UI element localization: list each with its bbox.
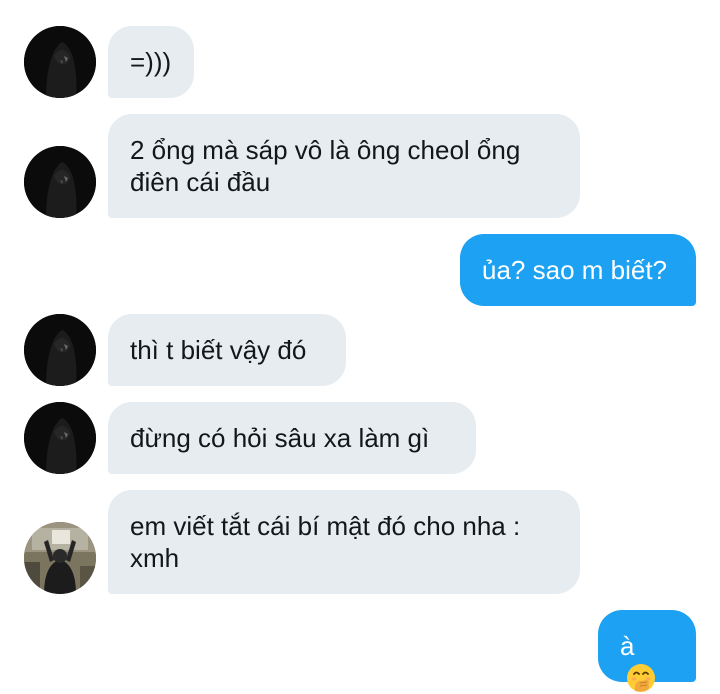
message-bubble-incoming[interactable]: 2 ổng mà sáp vô là ông cheol ổng điên cá… [108,114,580,218]
sender-avatar[interactable] [24,522,96,594]
message-bubble-incoming[interactable]: em viết tắt cái bí mật đó cho nha : xmh [108,490,580,594]
dark-profile-avatar-icon [24,314,96,386]
message-text: ủa? sao m biết? [482,255,668,285]
sender-avatar[interactable] [24,314,96,386]
dark-profile-avatar-icon [24,402,96,474]
message-text: thì t biết vậy đó [130,335,307,365]
message-text: 2 ổng mà sáp vô là ông cheol ổng điên cá… [130,135,521,197]
message-text: em viết tắt cái bí mật đó cho nha : xmh [130,511,521,573]
message-bubble-outgoing[interactable]: à [598,610,696,692]
sender-avatar[interactable] [24,26,96,98]
dark-profile-avatar-icon [24,26,96,98]
sender-avatar[interactable] [24,402,96,474]
message-text: à [620,631,635,661]
dark-profile-avatar-icon [24,146,96,218]
hand-over-mouth-emoji-icon [627,664,655,692]
message-bubble-incoming[interactable]: =))) [108,26,194,98]
message-text: =))) [130,47,172,77]
message-bubble-incoming[interactable]: đừng có hỏi sâu xa làm gì [108,402,476,474]
message-bubble-outgoing[interactable]: ủa? sao m biết? [460,234,696,306]
message-bubble-incoming[interactable]: thì t biết vậy đó [108,314,346,386]
photo-avatar-icon [24,522,96,594]
sender-avatar[interactable] [24,146,96,218]
message-text: đừng có hỏi sâu xa làm gì [130,423,430,453]
